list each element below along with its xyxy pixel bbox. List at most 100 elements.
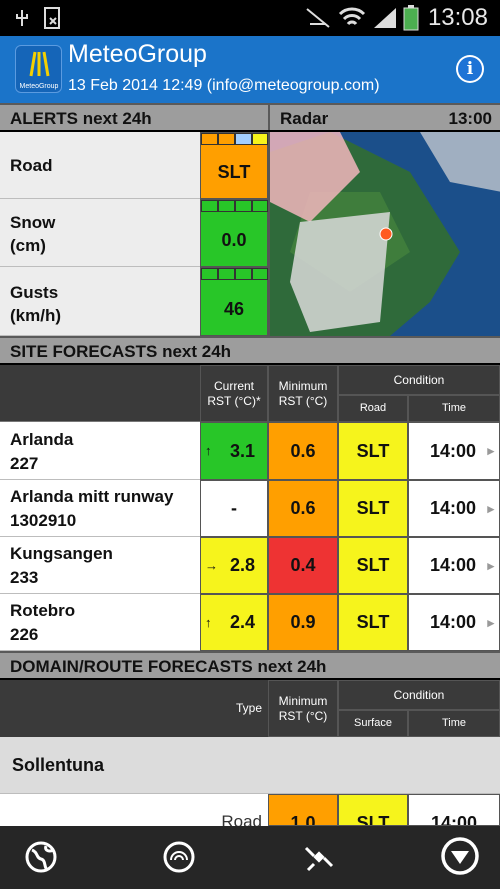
site-name-text: Rotebro (10, 601, 76, 620)
app-logo: MeteoGroup (15, 45, 62, 93)
site-name-text: Arlanda (10, 430, 74, 449)
alert-label-gusts: Gusts (km/h) (0, 267, 200, 336)
site-id-text: 227 (10, 454, 39, 473)
site-road-cell: SLT (338, 422, 408, 480)
satellite-icon[interactable] (302, 840, 336, 874)
site-road-cell: SLT (338, 480, 408, 537)
domain-col-condition: Condition (338, 680, 500, 710)
site-id-text: 226 (10, 625, 39, 644)
chevron-right-icon: ▸ (487, 558, 494, 573)
app-header: MeteoGroup MeteoGroup 13 Feb 2014 12:49 … (0, 36, 500, 103)
site-row-name[interactable]: Arlanda 227 (0, 422, 200, 480)
domain-col-surface: Surface (338, 710, 408, 737)
site-current-cell: ↑ 2.4 (200, 594, 268, 651)
trend-arrow-icon: → (205, 558, 218, 573)
domain-col-time: Time (408, 710, 500, 737)
wifi-icon (338, 7, 366, 26)
site-time-text: 14:00 (430, 441, 477, 461)
site-row-name[interactable]: Kungsangen 233 (0, 537, 200, 594)
app-title: MeteoGroup (68, 40, 207, 68)
alerts-heading: ALERTS next 24h (0, 103, 268, 130)
site-min-cell: 0.6 (268, 480, 338, 537)
site-min-cell: 0.6 (268, 422, 338, 480)
chevron-right-icon: ▸ (487, 615, 494, 630)
site-col-min: Minimum RST (°C) (268, 365, 338, 422)
site-min-cell: 0.4 (268, 537, 338, 594)
radar-label: Radar (280, 109, 329, 128)
site-current-cell: → 2.8 (200, 537, 268, 594)
site-col-road: Road (338, 395, 408, 422)
mute-icon (306, 8, 330, 28)
trend-arrow-icon: ↑ (205, 443, 212, 458)
domain-col-type: Type (0, 680, 268, 737)
site-name-text: Arlanda mitt runway (10, 487, 174, 506)
site-col-current: Current RST (°C)* (200, 365, 268, 422)
site-col-time: Time (408, 395, 500, 422)
site-current-text: 2.4 (229, 612, 255, 632)
globe-icon[interactable] (24, 840, 58, 874)
domain-col-min: Minimum RST (°C) (268, 680, 338, 737)
info-icon: i (458, 57, 482, 81)
radar-icon[interactable] (162, 840, 196, 874)
site-time-cell[interactable]: 14:00 ▸ (408, 422, 500, 480)
site-current-cell: - (200, 480, 268, 537)
site-road-cell: SLT (338, 537, 408, 594)
alert-label-gusts-unit: (km/h) (10, 306, 61, 325)
site-heading: SITE FORECASTS next 24h (0, 336, 500, 363)
info-button[interactable]: i (456, 55, 484, 83)
alert-label-snow-unit: (cm) (10, 236, 46, 255)
alert-gusts-value[interactable]: 46 (200, 267, 268, 336)
site-time-text: 14:00 (430, 498, 477, 518)
site-current-cell: ↑ 3.1 (200, 422, 268, 480)
site-row-name[interactable]: Rotebro 226 (0, 594, 200, 651)
alert-label-snow-title: Snow (10, 213, 56, 232)
chevron-right-icon: ▸ (487, 443, 494, 458)
alert-snow-value[interactable]: 0.0 (200, 199, 268, 267)
site-time-text: 14:00 (430, 555, 477, 575)
domain-min-cell: 1.0 (268, 794, 338, 826)
site-row-name[interactable]: Arlanda mitt runway 1302910 (0, 480, 200, 537)
svg-text:MeteoGroup: MeteoGroup (20, 83, 59, 90)
site-col-condition: Condition (338, 365, 500, 395)
radar-map-image (270, 132, 500, 336)
domain-heading: DOMAIN/ROUTE FORECASTS next 24h (0, 651, 500, 678)
radar-time: 13:00 (448, 109, 492, 128)
sim-icon (44, 7, 60, 29)
status-time: 13:08 (427, 4, 488, 31)
app-subtitle: 13 Feb 2014 12:49 (info@meteogroup.com) (68, 77, 380, 94)
site-name-text: Kungsangen (10, 544, 113, 563)
site-min-cell: 0.9 (268, 594, 338, 651)
domain-time-cell[interactable]: 14:00 (408, 794, 500, 826)
menu-down-icon[interactable] (440, 836, 480, 876)
site-time-cell[interactable]: 14:00 ▸ (408, 594, 500, 651)
alert-road-value[interactable]: SLT (200, 132, 268, 199)
bottom-nav (0, 826, 500, 889)
domain-type-text: Road (221, 812, 262, 826)
alert-gusts-text: 46 (223, 299, 245, 319)
domain-row-type[interactable]: Road (0, 794, 268, 826)
alert-label-road: Road (0, 132, 200, 199)
site-road-cell: SLT (338, 594, 408, 651)
usb-icon (16, 10, 28, 26)
logo-mark: MeteoGroup (20, 51, 59, 90)
site-header-blank (0, 365, 200, 422)
site-id-text: 233 (10, 568, 39, 587)
status-bar: 13:08 (0, 0, 500, 36)
site-id-text: 1302910 (10, 511, 77, 530)
domain-surface-cell: SLT (338, 794, 408, 826)
battery-icon (403, 5, 419, 31)
site-time-cell[interactable]: 14:00 ▸ (408, 480, 500, 537)
domain-group-sollentuna[interactable]: Sollentuna (0, 737, 500, 794)
signal-icon (374, 8, 396, 28)
radar-map[interactable] (268, 132, 500, 336)
alert-label-snow: Snow (cm) (0, 199, 200, 267)
alert-label-gusts-title: Gusts (10, 283, 59, 302)
trend-arrow-icon: ↑ (205, 615, 212, 630)
site-time-text: 14:00 (430, 612, 477, 632)
alert-snow-text: 0.0 (221, 230, 247, 250)
alert-road-text: SLT (217, 162, 251, 182)
site-current-text: 3.1 (229, 441, 255, 461)
site-current-text: 2.8 (229, 555, 255, 575)
chevron-right-icon: ▸ (487, 501, 494, 516)
site-time-cell[interactable]: 14:00 ▸ (408, 537, 500, 594)
